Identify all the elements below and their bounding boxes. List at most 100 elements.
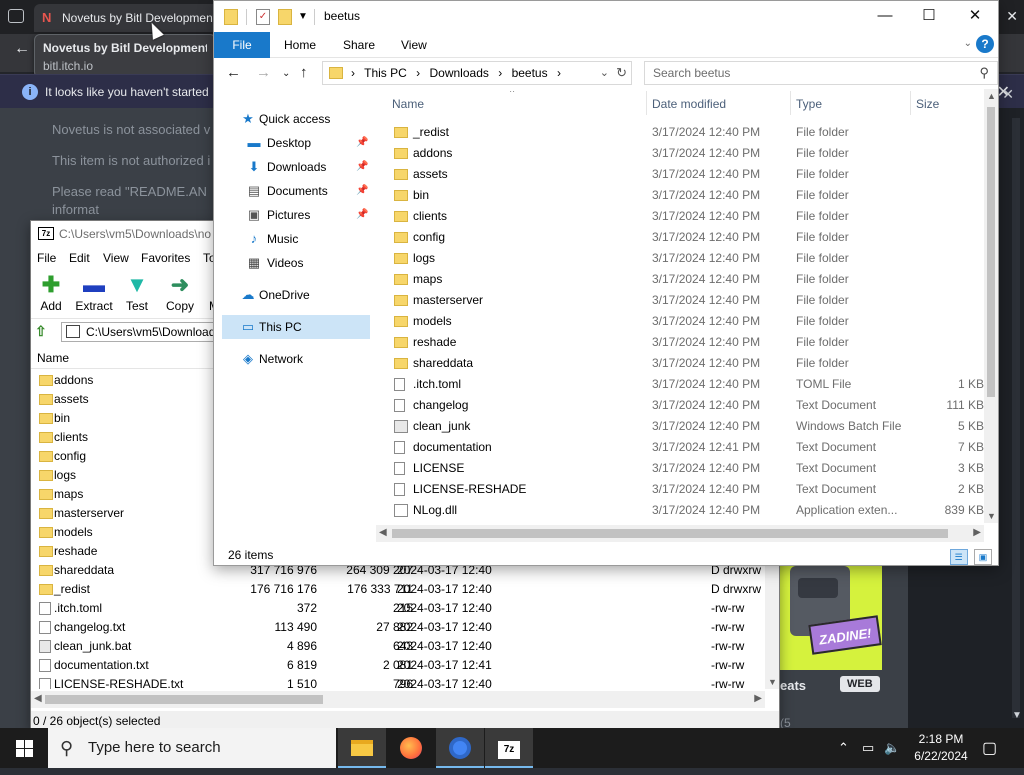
breadcrumb-downloads[interactable]: Downloads xyxy=(430,66,489,80)
nav-item-pictures[interactable]: ▣ Pictures 📌 xyxy=(214,203,370,227)
file-list-horizontal-scrollbar[interactable]: ◀ ▶ xyxy=(376,525,984,542)
nav-item-downloads[interactable]: ⬇ Downloads 📌 xyxy=(214,155,370,179)
column-name[interactable]: Name xyxy=(392,97,424,111)
page-scrollbar[interactable] xyxy=(1012,118,1020,718)
minimize-icon[interactable]: — xyxy=(862,5,908,27)
scroll-right-icon[interactable]: ▶ xyxy=(754,693,762,704)
taskbar-file-explorer[interactable] xyxy=(338,728,386,768)
column-divider[interactable] xyxy=(646,91,647,115)
game-thumbnail[interactable]: ZADINE! xyxy=(780,566,882,670)
file-row[interactable]: config 3/17/2024 12:40 PM File folder xyxy=(380,227,984,248)
taskbar-chrome[interactable] xyxy=(436,728,484,768)
folder-up-icon[interactable]: ⇧ xyxy=(35,323,51,339)
scroll-down-icon[interactable]: ▼ xyxy=(768,677,777,687)
column-divider[interactable] xyxy=(910,91,911,115)
details-view-icon[interactable]: ☰ xyxy=(949,549,968,565)
file-row[interactable]: documentation 3/17/2024 12:41 PM Text Docu… xyxy=(380,437,984,458)
taskbar-7zip[interactable]: 7z xyxy=(485,728,533,768)
breadcrumb-this-pc[interactable]: This PC xyxy=(364,66,407,80)
notifications-icon[interactable]: ▢ xyxy=(982,738,997,758)
column-size[interactable]: Size xyxy=(916,97,939,111)
large-icons-view-icon[interactable]: ▣ xyxy=(974,549,992,565)
up-arrow-icon[interactable]: ↑ xyxy=(300,64,308,81)
file-row[interactable]: assets 3/17/2024 12:40 PM File folder xyxy=(380,164,984,185)
scroll-left-icon[interactable]: ◀ xyxy=(379,527,387,538)
file-row[interactable]: _redist 3/17/2024 12:40 PM File folder xyxy=(380,122,984,143)
column-type[interactable]: Type xyxy=(796,97,822,111)
scroll-up-icon[interactable]: ▲ xyxy=(987,91,996,101)
browser-tab[interactable]: N Novetus by Bitl Development xyxy=(34,4,234,32)
file-row[interactable]: LICENSE 3/17/2024 12:40 PM Text Document 3 … xyxy=(380,458,984,479)
file-row[interactable]: clean_junk 3/17/2024 12:40 PM Windows Batc… xyxy=(380,416,984,437)
nav-item-quick-access[interactable]: ★ Quick access xyxy=(214,107,370,131)
refresh-icon[interactable]: ↻ xyxy=(616,62,627,84)
7zip-horizontal-scrollbar[interactable]: ◀ ▶ xyxy=(31,691,765,708)
nav-item-network[interactable]: ◈ Network xyxy=(214,347,370,371)
network-icon[interactable]: ▭ xyxy=(862,740,874,756)
file-row[interactable]: changelog 3/17/2024 12:40 PM Text Document… xyxy=(380,395,984,416)
scroll-thumb[interactable] xyxy=(392,529,948,538)
scroll-thumb[interactable] xyxy=(45,695,323,704)
table-row[interactable]: _redist 176 716 176 176 333 711 2024-03-17 … xyxy=(31,580,765,599)
file-row[interactable]: maps 3/17/2024 12:40 PM File folder xyxy=(380,269,984,290)
menu-edit[interactable]: Edit xyxy=(69,251,90,265)
expand-ribbon-icon[interactable]: ⌄ xyxy=(964,38,972,49)
back-arrow-icon[interactable]: ← xyxy=(14,40,30,58)
properties-icon[interactable]: ✓ xyxy=(256,9,270,25)
explorer-titlebar[interactable]: ✓ ▼ beetus — ☐ ✕ xyxy=(214,1,998,32)
table-row[interactable]: changelog.txt 113 490 27 882 2024-03-17 12:… xyxy=(31,618,765,637)
file-list-vertical-scrollbar[interactable]: ▲ ▼ xyxy=(984,89,998,523)
tab-search-icon[interactable] xyxy=(8,9,24,23)
table-row[interactable]: documentation.txt 6 819 2 081 2024-03-17 12… xyxy=(31,656,765,675)
file-row[interactable]: masterserver 3/17/2024 12:40 PM File folde… xyxy=(380,290,984,311)
file-row[interactable]: logs 3/17/2024 12:40 PM File folder xyxy=(380,248,984,269)
breadcrumb-beetus[interactable]: beetus xyxy=(512,66,548,80)
scroll-left-icon[interactable]: ◀ xyxy=(34,693,42,704)
new-folder-icon[interactable] xyxy=(278,9,292,25)
recent-locations-icon[interactable]: ⌄ xyxy=(282,68,290,79)
game-title[interactable]: eats xyxy=(780,678,806,693)
table-row[interactable]: clean_junk.bat 4 896 643 2024-03-17 12:40 -r… xyxy=(31,637,765,656)
file-row[interactable]: models 3/17/2024 12:40 PM File folder xyxy=(380,311,984,332)
ribbon-share-tab[interactable]: Share xyxy=(343,38,375,52)
nav-item-videos[interactable]: ▦ Videos xyxy=(214,251,370,275)
add-button[interactable]: ✚ Add xyxy=(28,273,74,317)
address-bar[interactable]: › This PC › Downloads › beetus › ⌄ ↻ xyxy=(322,61,632,85)
start-button[interactable] xyxy=(0,728,48,768)
scroll-down-icon[interactable]: ▼ xyxy=(1012,710,1022,721)
file-row[interactable]: LICENSE-RESHADE 3/17/2024 12:40 PM Text Do… xyxy=(380,479,984,500)
nav-item-documents[interactable]: ▤ Documents 📌 xyxy=(214,179,370,203)
file-row[interactable]: addons 3/17/2024 12:40 PM File folder xyxy=(380,143,984,164)
scroll-right-icon[interactable]: ▶ xyxy=(973,527,981,538)
column-divider[interactable] xyxy=(790,91,791,115)
file-row[interactable]: shareddata 3/17/2024 12:40 PM File folder xyxy=(380,353,984,374)
browser-close-icon[interactable]: ✕ xyxy=(1006,8,1018,25)
column-date-modified[interactable]: Date modified xyxy=(652,97,726,111)
file-row[interactable]: reshade 3/17/2024 12:40 PM File folder xyxy=(380,332,984,353)
nav-item-desktop[interactable]: ▬ Desktop 📌 xyxy=(214,131,370,155)
menu-file[interactable]: File xyxy=(37,251,56,265)
scroll-down-icon[interactable]: ▼ xyxy=(987,511,996,521)
file-row[interactable]: clients 3/17/2024 12:40 PM File folder xyxy=(380,206,984,227)
show-hidden-icons-icon[interactable]: ⌃ xyxy=(838,740,849,756)
test-button[interactable]: ▼ Test xyxy=(114,273,160,317)
menu-favorites[interactable]: Favorites xyxy=(141,251,190,265)
back-arrow-icon[interactable]: ← xyxy=(226,64,241,81)
volume-muted-icon[interactable]: 🔈 xyxy=(884,740,900,756)
close-icon[interactable]: ✕ xyxy=(952,5,998,27)
search-input[interactable]: Search beetus ⚲ xyxy=(644,61,998,85)
help-icon[interactable]: ? xyxy=(976,35,994,53)
ribbon-view-tab[interactable]: View xyxy=(401,38,427,52)
nav-item-this-pc[interactable]: ▭ This PC xyxy=(222,315,370,339)
file-row[interactable]: .itch.toml 3/17/2024 12:40 PM TOML File 1 K… xyxy=(380,374,984,395)
menu-view[interactable]: View xyxy=(103,251,129,265)
taskbar-search-input[interactable]: ⚲ Type here to search xyxy=(48,728,336,768)
maximize-icon[interactable]: ☐ xyxy=(906,5,952,27)
taskbar-clock[interactable]: 2:18 PM 6/22/2024 xyxy=(906,731,976,765)
file-row[interactable]: NLog.dll 3/17/2024 12:40 PM Application ex… xyxy=(380,500,984,521)
sidebar-close-icon[interactable]: ✕ xyxy=(1002,86,1014,103)
extract-button[interactable]: ▬ Extract xyxy=(71,273,117,317)
address-dropdown-icon[interactable]: ⌄ xyxy=(600,62,609,84)
ribbon-home-tab[interactable]: Home xyxy=(284,38,316,52)
forward-arrow-icon[interactable]: → xyxy=(256,64,271,81)
